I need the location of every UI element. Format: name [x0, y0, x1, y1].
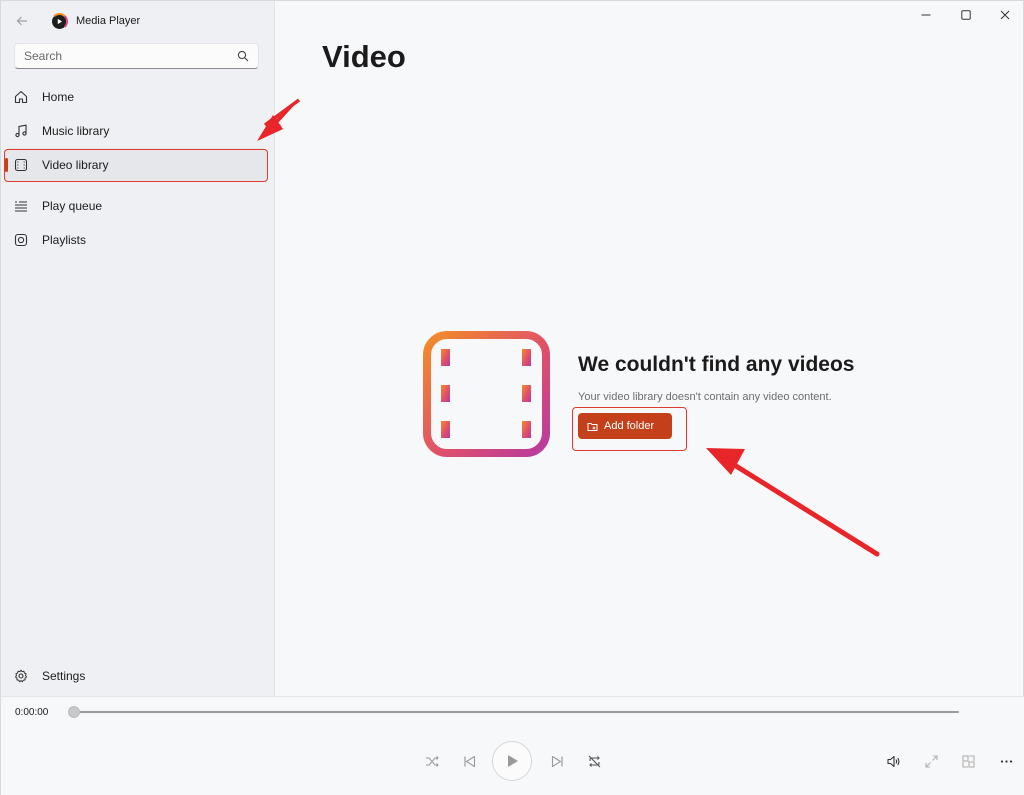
- more-icon: [1000, 759, 1012, 763]
- queue-list-icon: [15, 201, 27, 212]
- fullscreen-button[interactable]: [919, 749, 943, 773]
- repeat-button[interactable]: [582, 749, 606, 773]
- empty-state-subtext: Your video library doesn't contain any v…: [578, 391, 832, 403]
- playlist-icon: [14, 233, 28, 247]
- mini-player-icon: [961, 754, 975, 768]
- minimize-button[interactable]: [911, 5, 941, 25]
- mini-player-button[interactable]: [956, 749, 980, 773]
- volume-icon: [886, 755, 899, 767]
- sidebar: Media Player Home Music library: [1, 1, 275, 696]
- search-input[interactable]: [15, 44, 235, 68]
- expand-icon: [924, 754, 938, 768]
- close-button[interactable]: [990, 5, 1020, 25]
- next-button[interactable]: [545, 749, 569, 773]
- page-title: Video: [322, 39, 406, 74]
- app-logo-icon: [51, 13, 68, 30]
- sidebar-item-music-library[interactable]: Music library: [5, 114, 267, 148]
- home-icon: [14, 90, 28, 104]
- sidebar-item-label: Playlists: [42, 233, 87, 247]
- sidebar-item-label: Home: [42, 90, 75, 104]
- repeat-icon: [588, 755, 600, 767]
- seek-thumb[interactable]: [68, 706, 80, 718]
- player-bar: 0:00:00: [1, 696, 1024, 795]
- music-note-icon: [15, 124, 27, 138]
- seek-bar[interactable]: [79, 711, 959, 713]
- back-arrow-icon: [16, 16, 27, 26]
- title-bar: Media Player: [1, 1, 275, 41]
- sidebar-item-playlists[interactable]: Playlists: [5, 223, 267, 257]
- volume-button[interactable]: [881, 749, 905, 773]
- maximize-icon: [961, 10, 971, 20]
- sidebar-item-play-queue[interactable]: Play queue: [5, 189, 267, 223]
- app-title: Media Player: [76, 15, 141, 27]
- play-button[interactable]: [492, 741, 532, 781]
- empty-state-heading: We couldn't find any videos: [578, 353, 855, 376]
- more-options-button[interactable]: [994, 749, 1018, 773]
- previous-button[interactable]: [457, 749, 481, 773]
- sidebar-item-home[interactable]: Home: [5, 80, 267, 114]
- search-box: [14, 43, 259, 69]
- sidebar-item-label: Music library: [42, 124, 110, 138]
- film-illustration-icon: [423, 331, 550, 457]
- annotation-highlight-add-folder: [572, 407, 687, 451]
- back-button[interactable]: [11, 10, 33, 32]
- close-icon: [1000, 10, 1010, 20]
- media-player-window: Media Player Home Music library: [0, 0, 1024, 795]
- gear-icon: [15, 669, 27, 683]
- skip-back-icon: [463, 755, 475, 767]
- current-time-label: 0:00:00: [15, 707, 49, 718]
- play-icon: [508, 755, 518, 767]
- sidebar-item-label: Play queue: [42, 199, 103, 213]
- annotation-arrow-add-folder: [706, 448, 880, 557]
- shuffle-icon: [425, 755, 439, 767]
- shuffle-button[interactable]: [420, 749, 444, 773]
- sidebar-item-settings[interactable]: Settings: [5, 659, 267, 693]
- minimize-icon: [921, 14, 931, 16]
- maximize-button[interactable]: [951, 5, 981, 25]
- search-icon[interactable]: [237, 50, 249, 62]
- skip-forward-icon: [551, 755, 563, 767]
- sidebar-settings-label: Settings: [42, 669, 86, 683]
- annotation-highlight-video-library: [4, 149, 268, 182]
